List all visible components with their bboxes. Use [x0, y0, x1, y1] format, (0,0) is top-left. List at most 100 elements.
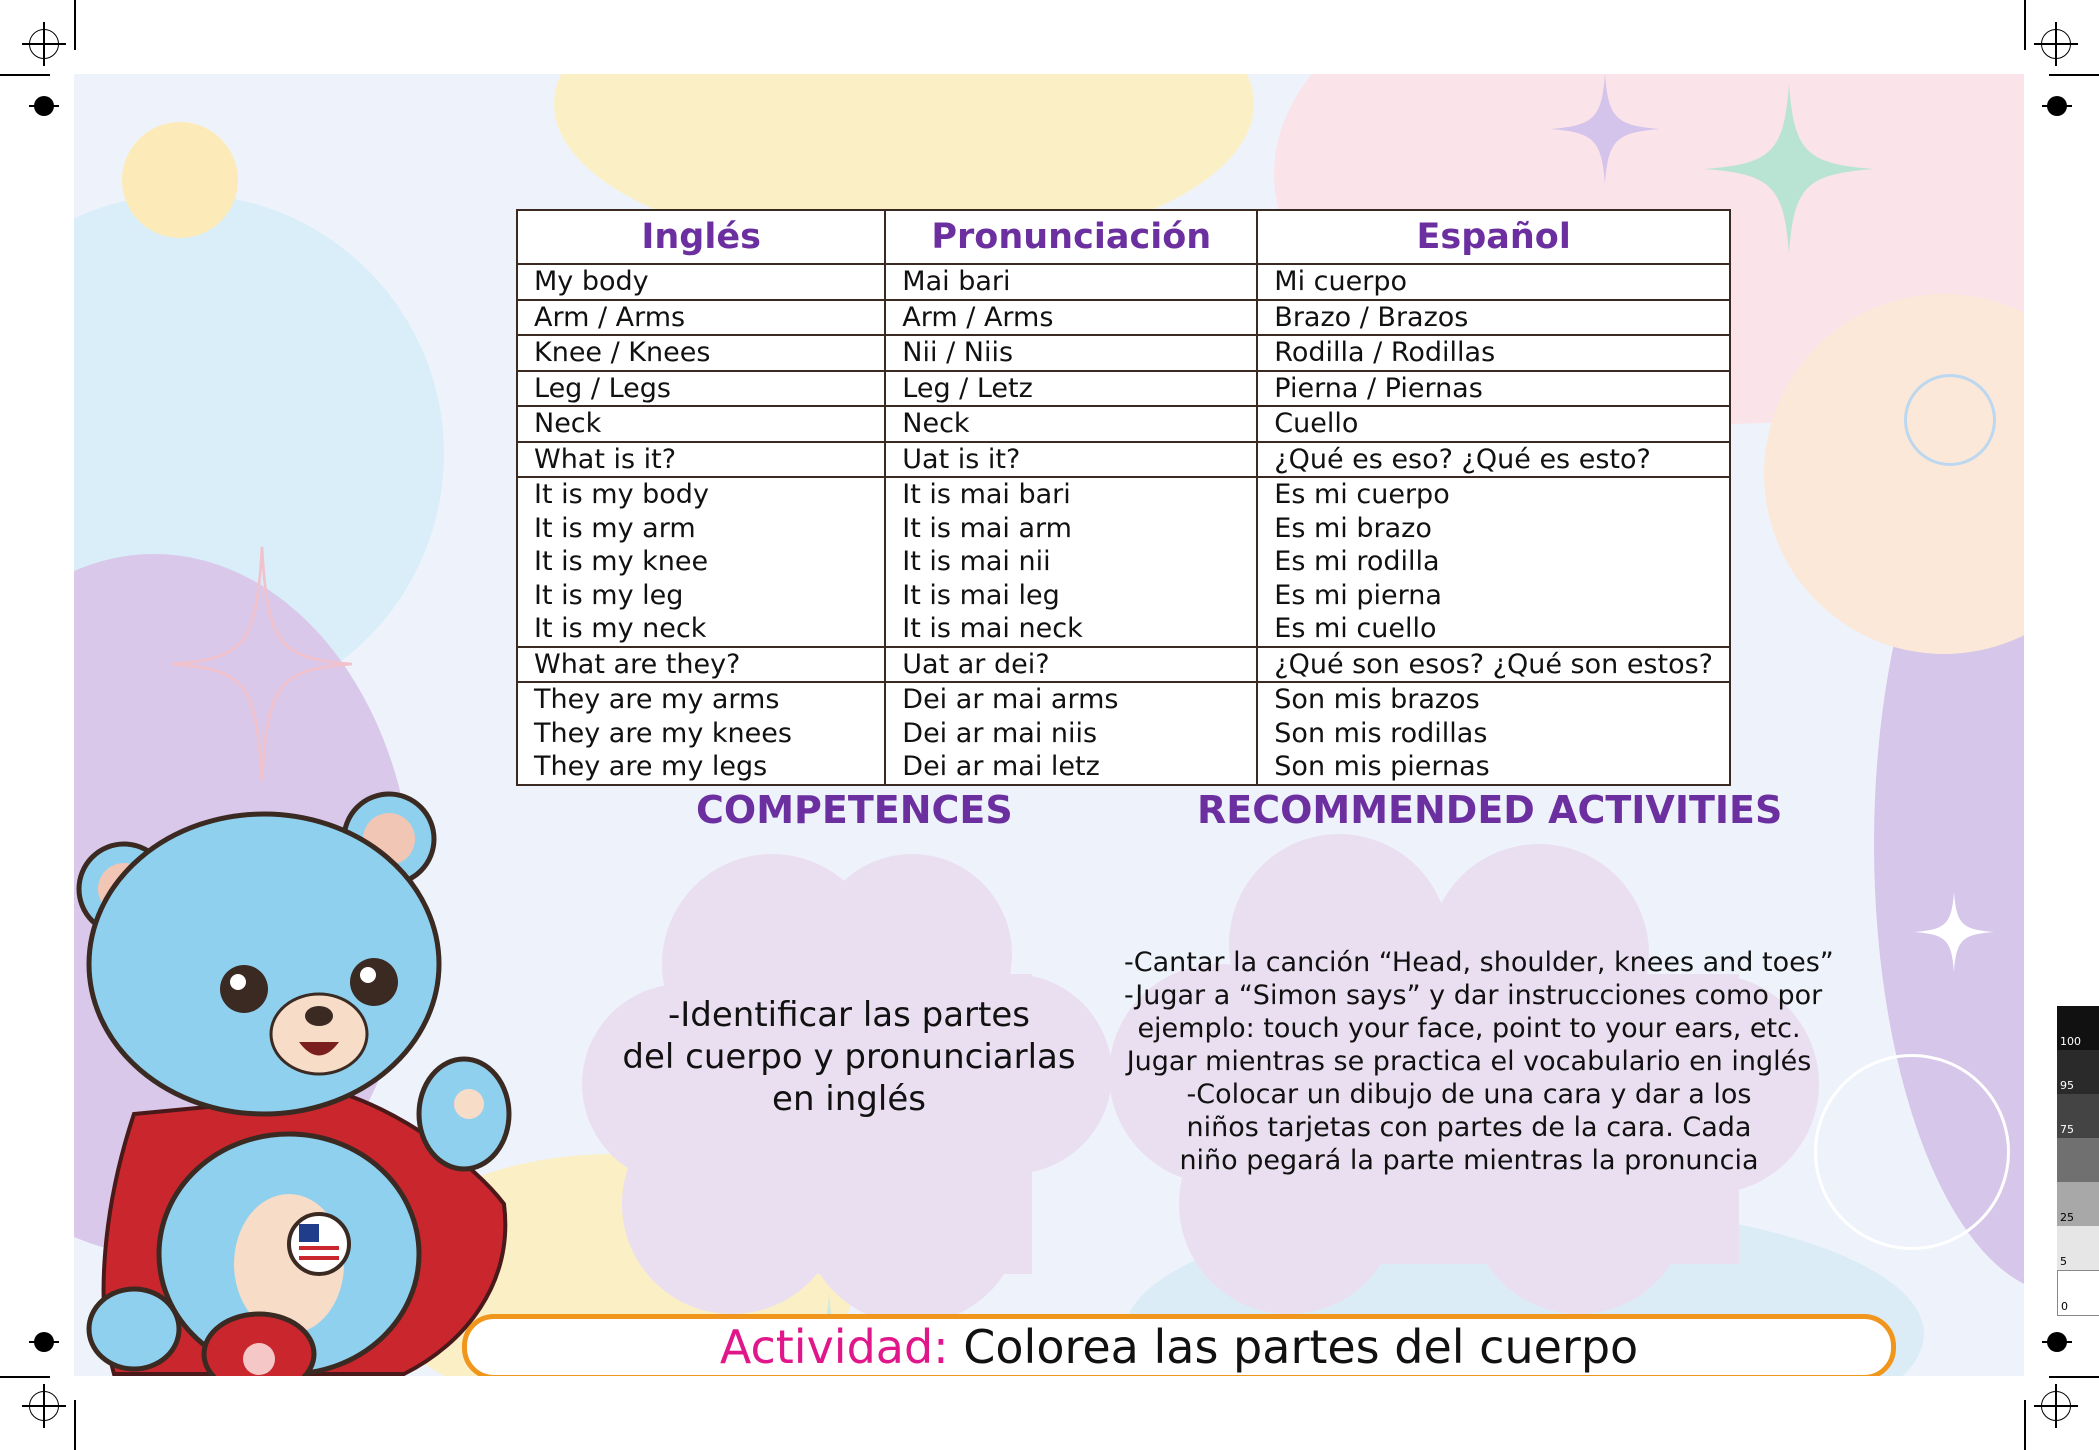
activities-line: Jugar mientras se practica el vocabulari… — [1126, 1046, 1812, 1077]
cell-line: Cuello — [1274, 408, 1359, 439]
color-swatch-5: 5 — [2057, 1226, 2099, 1271]
sparkle-outline-icon — [172, 546, 352, 782]
table-cell: They are my arms They are my knees They ar… — [515, 681, 887, 786]
activities-line: niños tarjetas con partes de la cara. Ca… — [1186, 1112, 1752, 1143]
sparkle-lavender-icon — [1550, 74, 1660, 184]
crop-mark-bottom-right-v — [2024, 1400, 2026, 1450]
table-row: Arm / Arms Arm / Arms Brazo / Brazos — [515, 298, 1731, 336]
cell-line: Dei ar mai niis — [902, 717, 1098, 749]
table-cell: It is my body It is my arm It is my knee It… — [515, 476, 887, 648]
cell-line: Pierna / Piernas — [1274, 372, 1483, 404]
cell-line: It is mai nii — [902, 546, 1051, 577]
cell-line: Son mis brazos — [1274, 684, 1480, 715]
color-swatch-25: 25 — [2057, 1182, 2099, 1227]
cell-line: What are they? — [534, 648, 741, 680]
table-cell: Es mi cuerpo Es mi brazo Es mi rodilla Es m… — [1256, 476, 1731, 648]
color-swatch-50 — [2057, 1138, 2099, 1183]
cell-line: Es mi pierna — [1274, 579, 1442, 611]
activities-line: niño pegará la parte mientras la pronunc… — [1179, 1145, 1759, 1176]
cell-line: Knee / Knees — [534, 337, 711, 368]
crop-mark-top-left-h — [0, 74, 50, 76]
table-row: Neck Neck Cuello — [515, 405, 1731, 443]
table-cell: What is it? — [515, 440, 887, 478]
table-cell: ¿Qué es eso? ¿Qué es esto? — [1256, 440, 1731, 478]
cell-line: Arm / Arms — [902, 301, 1054, 333]
table-row: Knee / Knees Nii / Niis Rodilla / Rodillas — [515, 334, 1731, 372]
cell-line: ¿Qué es eso? ¿Qué es esto? — [1274, 443, 1651, 475]
color-swatch-0: 0 — [2057, 1270, 2099, 1316]
competences-line: en inglés — [772, 1079, 926, 1119]
color-swatch-100: 100 — [2057, 1006, 2099, 1051]
crop-mark-top-right-h — [2049, 74, 2099, 76]
table-cell: Son mis brazos Son mis rodillas Son mis pi… — [1256, 681, 1731, 786]
cell-line: Uat is it? — [902, 443, 1021, 475]
cell-line: It is my knee — [534, 546, 709, 577]
cell-line: It is my neck — [534, 613, 707, 644]
vocabulary-table: Inglés Pronunciación Español My body Mai … — [515, 209, 1731, 786]
table-cell: Uat is it? — [884, 440, 1259, 478]
table-row: My body Mai bari Mi cuerpo — [515, 263, 1731, 301]
activities-line: -Cantar la canción “Head, shoulder, knee… — [1124, 947, 1834, 978]
registration-mark-top-left-icon — [22, 22, 66, 66]
ring-decoration — [1904, 374, 1996, 466]
table-cell: Neck — [884, 405, 1259, 443]
cell-line: Es mi rodilla — [1274, 546, 1440, 577]
cell-line: Es mi brazo — [1274, 512, 1432, 544]
table-cell: Arm / Arms — [884, 298, 1259, 336]
crop-mark-top-left-v — [74, 0, 76, 50]
register-dot-top-left-icon — [29, 96, 59, 116]
color-swatch-75: 75 — [2057, 1094, 2099, 1139]
cell-line: Neck — [534, 408, 602, 439]
register-dot-top-right-icon — [2042, 96, 2072, 116]
cell-line: Dei ar mai letz — [902, 751, 1100, 782]
table-row: They are my arms They are my knees They ar… — [515, 681, 1731, 786]
bear-mascot-icon — [76, 791, 512, 1376]
cell-line: It is mai leg — [902, 579, 1060, 611]
cell-line: They are my arms — [534, 684, 780, 715]
crop-mark-top-right-v — [2024, 0, 2026, 50]
activities-line: ejemplo: touch your face, point to your … — [1137, 1013, 1801, 1044]
worksheet-page: Inglés Pronunciación Español My body Mai … — [74, 74, 2024, 1376]
registration-mark-bottom-right-icon — [2034, 1384, 2078, 1428]
crop-mark-bottom-right-h — [2049, 1376, 2099, 1378]
cell-line: They are my legs — [534, 751, 768, 782]
activity-label: Actividad: — [719, 1320, 949, 1374]
table-cell: Pierna / Piernas — [1256, 369, 1731, 407]
table-cell: Leg / Legs — [515, 369, 887, 407]
recommended-activities-title: RECOMMENDED ACTIVITIES — [1197, 788, 1783, 832]
recommended-activities-text: -Cantar la canción “Head, shoulder, knee… — [1124, 946, 1834, 1177]
column-header-pronunciacion: Pronunciación — [884, 209, 1259, 265]
cell-line: Mai bari — [902, 266, 1011, 297]
cell-line: Leg / Letz — [902, 372, 1033, 404]
table-cell: What are they? — [515, 645, 887, 683]
sun-circle — [122, 122, 238, 238]
competences-line: del cuerpo y pronunciarlas — [622, 1037, 1076, 1077]
cell-line: ¿Qué son esos? ¿Qué son estos? — [1274, 648, 1713, 680]
table-cell: Leg / Letz — [884, 369, 1259, 407]
table-header-row: Inglés Pronunciación Español — [515, 209, 1731, 265]
cell-line: It is my body — [534, 479, 709, 510]
table-cell: Mai bari — [884, 263, 1259, 301]
table-cell: My body — [515, 263, 887, 301]
cell-line: Arm / Arms — [534, 301, 686, 333]
cell-line: Mi cuerpo — [1274, 266, 1408, 297]
cell-line: Brazo / Brazos — [1274, 301, 1469, 333]
cell-line: Uat ar dei? — [902, 648, 1050, 680]
crop-mark-bottom-left-v — [74, 1400, 76, 1450]
table-cell: Cuello — [1256, 405, 1731, 443]
table-cell: It is mai bari It is mai arm It is mai nii… — [884, 476, 1259, 648]
table-body: My body Mai bari Mi cuerpo Arm / Arms Arm / … — [515, 263, 1731, 786]
color-swatch-95: 95 — [2057, 1050, 2099, 1095]
table-cell: Nii / Niis — [884, 334, 1259, 372]
cell-line: It is mai neck — [902, 613, 1083, 644]
competences-title: COMPETENCES — [696, 788, 1013, 832]
register-dot-bottom-left-icon — [29, 1332, 59, 1352]
cell-line: What is it? — [534, 443, 677, 475]
ring-decoration-2 — [1814, 1054, 2010, 1250]
sparkle-white-icon — [1914, 892, 1994, 972]
table-row: It is my body It is my arm It is my knee It… — [515, 476, 1731, 648]
cell-line: Rodilla / Rodillas — [1274, 337, 1496, 368]
activities-line: -Jugar a “Simon says” y dar instruccione… — [1124, 980, 1823, 1011]
cell-line: It is my arm — [534, 512, 696, 544]
cell-line: They are my knees — [534, 717, 792, 749]
